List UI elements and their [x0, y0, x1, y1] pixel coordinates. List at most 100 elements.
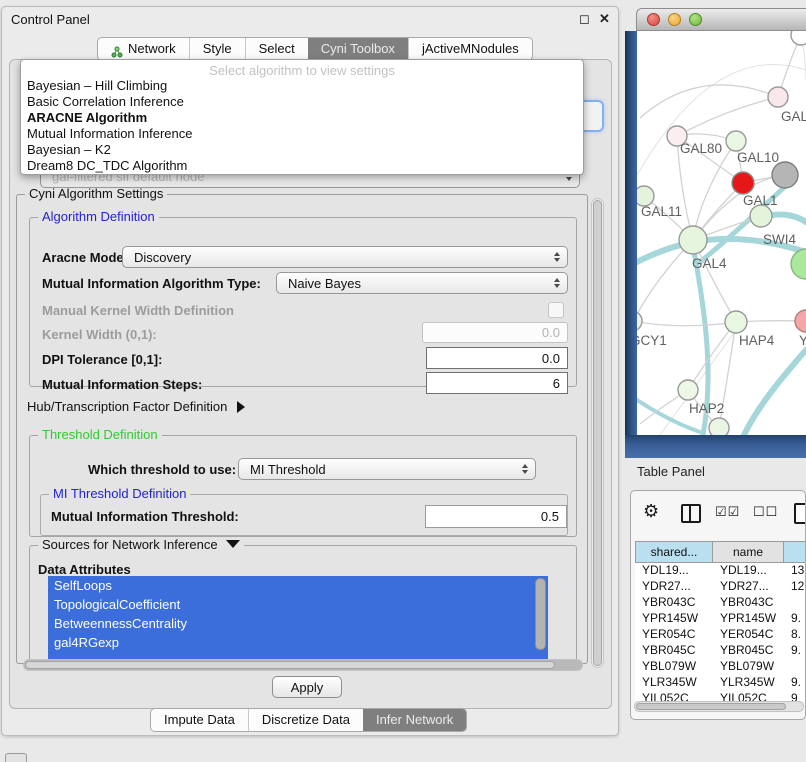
tab-impute-data[interactable]: Impute Data — [151, 709, 248, 731]
mi-threshold-group: MI Threshold Definition Mutual Informati… — [40, 494, 568, 536]
close-icon[interactable]: ✕ — [599, 11, 610, 27]
hub-definition-label: Hub/Transcription Factor Definition — [27, 399, 227, 414]
node-label: GAL — [781, 109, 806, 124]
bottom-tabbar: Impute Data Discretize Data Infer Networ… — [150, 708, 467, 732]
table-row[interactable]: YLR345W YLR345W 9. — [635, 675, 806, 691]
manual-kernel-label: Manual Kernel Width Definition — [42, 303, 234, 318]
list-scrollbar-thumb[interactable] — [535, 578, 546, 650]
settings-vscrollbar[interactable] — [591, 198, 604, 668]
network-canvas[interactable]: GAL GAL80 GAL10 GAL1 GAL11 SWI4 GAL4 GCY… — [637, 31, 806, 435]
hub-definition-toggle[interactable]: Hub/Transcription Factor Definition — [27, 399, 245, 414]
gear-icon[interactable]: ⚙ — [643, 501, 659, 522]
table-row[interactable]: YIL052C YIL052C 9 — [635, 691, 806, 701]
network-node — [725, 311, 747, 333]
table-row[interactable]: YER054C YER054C 8. — [635, 627, 806, 643]
stepper-arrows-icon — [522, 464, 528, 474]
tab-jactivemnodules[interactable]: jActiveMNodules — [408, 38, 532, 60]
network-node — [726, 131, 746, 151]
aracne-mode-combo[interactable]: Discovery — [122, 246, 568, 268]
node-label: Y — [799, 333, 806, 348]
network-window-titlebar[interactable] — [636, 8, 806, 31]
algorithm-option[interactable]: Bayesian – K2 — [21, 142, 583, 158]
docked-panel-icon[interactable] — [5, 753, 27, 762]
threshold-definition-group: Threshold Definition Which threshold to … — [29, 435, 577, 537]
close-traffic-light[interactable] — [647, 13, 660, 26]
sources-group-title[interactable]: Sources for Network Inference — [38, 537, 244, 552]
columns-icon[interactable] — [681, 504, 701, 523]
stepper-arrows-icon — [554, 252, 560, 262]
tab-style[interactable]: Style — [189, 38, 245, 60]
table-row[interactable]: YPR145W YPR145W 9. — [635, 611, 806, 627]
network-icon — [111, 43, 123, 55]
algorithm-option[interactable]: Dream8 DC_TDC Algorithm — [21, 158, 583, 174]
threshold-definition-title: Threshold Definition — [38, 427, 162, 442]
attribute-item[interactable]: BetweennessCentrality — [48, 614, 548, 633]
network-node — [750, 205, 772, 227]
network-window-frame-left — [625, 31, 637, 435]
mi-threshold-label: Mutual Information Threshold: — [51, 509, 239, 524]
column-header-name[interactable]: name — [712, 541, 784, 563]
select-all-columns-icon[interactable]: ☑☑ — [715, 504, 740, 520]
node-label: SWI4 — [763, 232, 796, 247]
column-header-partial[interactable] — [783, 541, 806, 563]
apply-button[interactable]: Apply — [272, 676, 342, 698]
settings-group-title: Cyni Algorithm Settings — [25, 186, 167, 201]
manual-kernel-checkbox[interactable] — [548, 302, 564, 318]
tab-discretize-data[interactable]: Discretize Data — [248, 709, 363, 731]
kernel-width-field[interactable]: 0.0 — [422, 322, 568, 343]
mi-type-combo[interactable]: Naive Bayes — [276, 272, 568, 294]
node-label: GAL80 — [680, 141, 722, 156]
unselect-all-columns-icon[interactable]: ☐☐ — [753, 504, 778, 520]
mi-threshold-field[interactable]: 0.5 — [425, 505, 567, 528]
table-row[interactable]: YBL079W YBL079W — [635, 659, 806, 675]
dpi-tolerance-label: DPI Tolerance [0,1]: — [42, 352, 162, 367]
table-row[interactable]: YDR27... YDR27... 12 — [635, 579, 806, 595]
mi-threshold-group-title: MI Threshold Definition — [49, 486, 190, 501]
expand-right-icon — [237, 401, 245, 413]
tab-infer-network[interactable]: Infer Network — [363, 709, 466, 731]
network-node — [732, 172, 754, 194]
network-graph: GAL GAL80 GAL10 GAL1 GAL11 SWI4 GAL4 GCY… — [637, 31, 806, 435]
dpi-tolerance-field[interactable]: 0.0 — [426, 347, 568, 369]
sources-group: Sources for Network Inference Data Attri… — [29, 545, 577, 663]
attribute-item[interactable]: gal4RGexp — [48, 633, 548, 652]
export-table-icon[interactable] — [794, 503, 806, 524]
network-node — [679, 226, 707, 254]
mi-steps-field[interactable]: 6 — [426, 372, 568, 394]
tab-select[interactable]: Select — [245, 38, 308, 60]
algorithm-definition-title: Algorithm Definition — [38, 209, 159, 224]
algorithm-option[interactable]: Mutual Information Inference — [21, 126, 583, 142]
tab-network[interactable]: Network — [98, 38, 189, 60]
float-panel-icon[interactable]: ◻ — [579, 11, 590, 27]
network-window-frame-bottom — [625, 435, 806, 458]
attribute-item[interactable]: SelfLoops — [48, 576, 548, 595]
table-row[interactable]: YBR045C YBR045C 9. — [635, 643, 806, 659]
minimize-traffic-light[interactable] — [668, 13, 681, 26]
algorithm-option[interactable]: Bayesian – Hill Climbing — [21, 78, 583, 94]
dropdown-placeholder: Select algorithm to view settings — [21, 60, 583, 78]
data-attributes-list[interactable]: SelfLoops TopologicalCoefficient Between… — [48, 576, 548, 662]
algorithm-definition-group: Algorithm Definition Aracne Mode: Discov… — [29, 217, 577, 387]
network-node — [772, 162, 798, 188]
table-hscrollbar[interactable] — [634, 701, 804, 712]
table-body: YDL19... YDL19... 13 YDR27... YDR27... 1… — [635, 563, 806, 701]
table-row[interactable]: YBR043C YBR043C — [635, 595, 806, 611]
node-label: GCY1 — [637, 333, 667, 348]
collapse-down-icon — [226, 540, 240, 548]
kernel-width-label: Kernel Width (0,1): — [42, 327, 157, 342]
network-node — [791, 31, 806, 45]
attribute-item[interactable]: TopologicalCoefficient — [48, 595, 548, 614]
tab-cyni-toolbox[interactable]: Cyni Toolbox — [308, 38, 408, 60]
control-panel-window: Control Panel ◻ ✕ Network Style Select — [1, 6, 619, 736]
mi-type-value: Naive Bayes — [288, 276, 361, 291]
network-node — [678, 380, 698, 400]
zoom-traffic-light[interactable] — [689, 13, 702, 26]
settings-hscrollbar[interactable] — [23, 659, 583, 671]
table-row[interactable]: YDL19... YDL19... 13 — [635, 563, 806, 579]
which-threshold-combo[interactable]: MI Threshold — [238, 458, 536, 480]
column-header-shared-name[interactable]: shared... — [635, 541, 713, 563]
mi-steps-label: Mutual Information Steps: — [42, 377, 202, 392]
algorithm-option[interactable]: Basic Correlation Inference — [21, 94, 583, 110]
which-threshold-label: Which threshold to use: — [88, 462, 236, 477]
algorithm-option-selected[interactable]: ARACNE Algorithm — [21, 110, 583, 126]
